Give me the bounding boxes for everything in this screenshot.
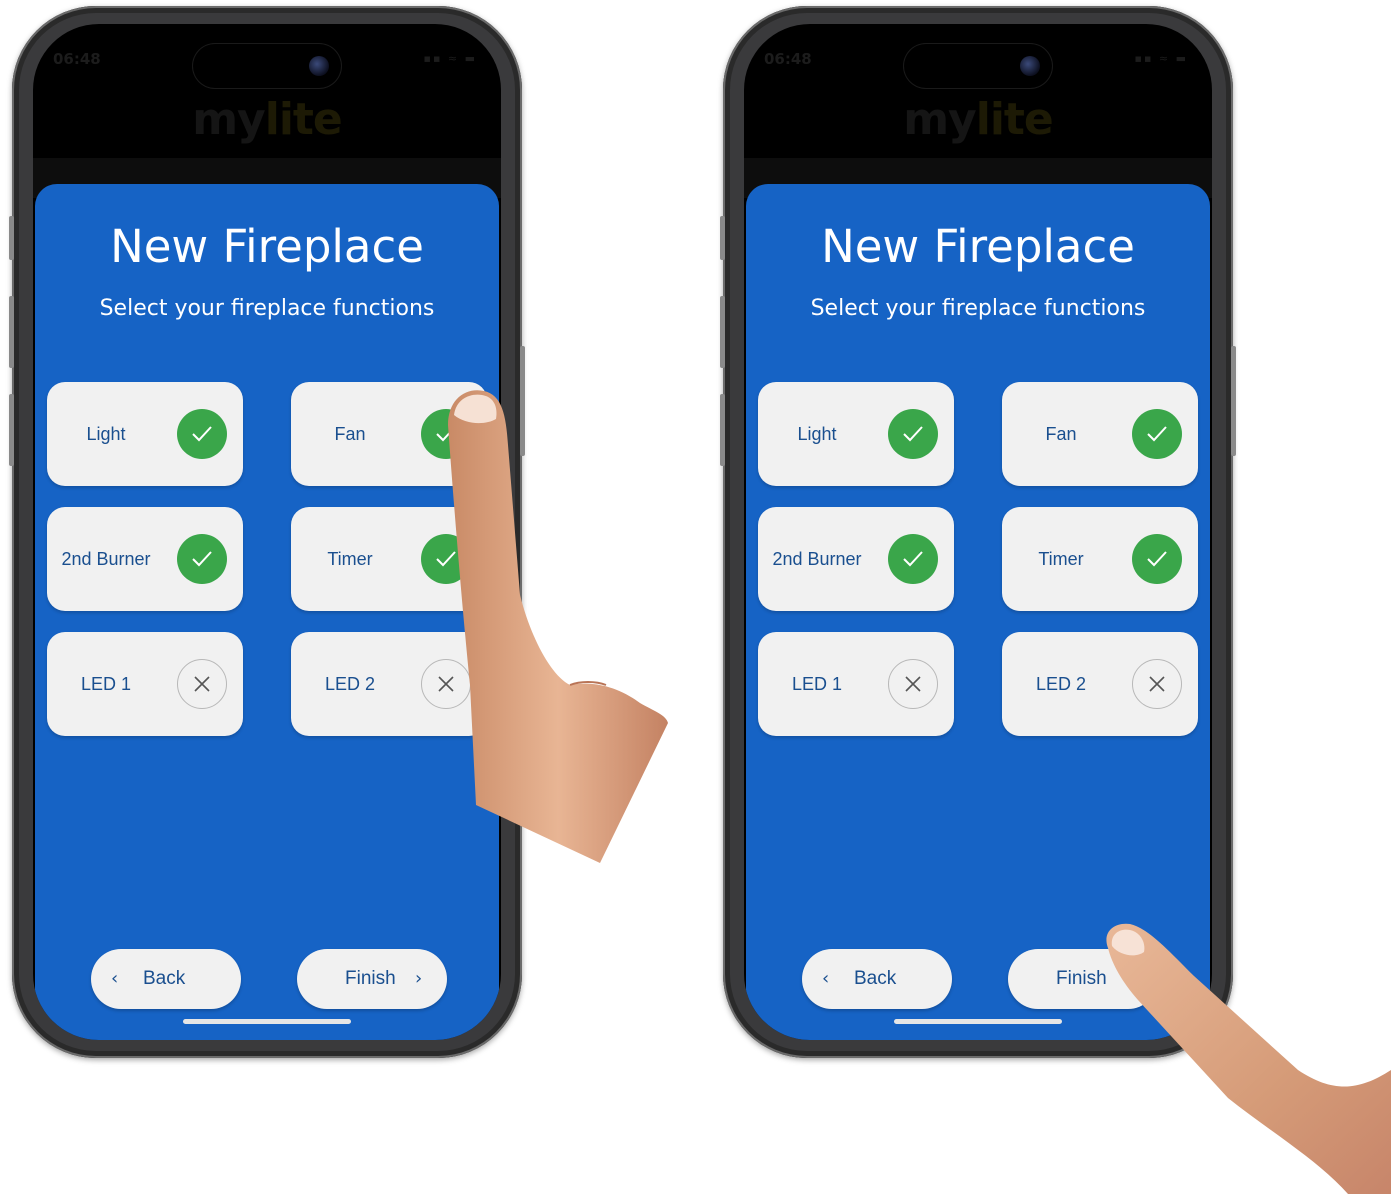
app-logo: mylite (744, 94, 1212, 145)
check-icon[interactable] (1132, 534, 1182, 584)
back-button[interactable]: ‹ Back (802, 949, 952, 1009)
power-button (1231, 346, 1236, 456)
check-icon[interactable] (888, 409, 938, 459)
finish-label: Finish (345, 968, 396, 989)
logo-lite: lite (975, 94, 1054, 145)
dynamic-island (904, 44, 1052, 88)
finish-button[interactable]: Finish › (297, 949, 447, 1009)
function-label: LED 1 (791, 674, 843, 694)
status-time: 06:48 (764, 50, 812, 68)
function-tile-2nd-burner[interactable]: 2nd Burner (758, 507, 954, 611)
volume-up-button (9, 296, 14, 368)
setup-sheet: New Fireplace Select your fireplace func… (746, 184, 1210, 1040)
check-icon[interactable] (177, 534, 227, 584)
function-label: Light (797, 424, 837, 444)
mute-switch (720, 216, 725, 260)
function-label: 2nd Burner (61, 549, 151, 569)
function-label: 2nd Burner (772, 549, 862, 569)
function-label: Timer (327, 549, 373, 569)
function-tile-fan[interactable]: Fan (1002, 382, 1198, 486)
phone-right: 06:48 ▪▪ ≈ ▬ mylite New Fireplace Select… (720, 6, 1236, 1058)
tapping-finger-illustration (448, 390, 668, 863)
function-label: Fan (334, 424, 366, 444)
volume-up-button (720, 296, 725, 368)
tapping-finger-illustration (1106, 923, 1391, 1194)
page-subtitle: Select your fireplace functions (810, 296, 1146, 321)
function-tile-led-1[interactable]: LED 1 (47, 632, 243, 736)
status-icons: ▪▪ ≈ ▬ (423, 52, 477, 65)
function-tile-light[interactable]: Light (47, 382, 243, 486)
mute-switch (9, 216, 14, 260)
function-tile-led-2[interactable]: LED 2 (1002, 632, 1198, 736)
close-icon[interactable] (177, 659, 227, 709)
setup-sheet: New Fireplace Select your fireplace func… (35, 184, 499, 1040)
close-icon[interactable] (888, 659, 938, 709)
function-label: LED 2 (1035, 674, 1087, 694)
page-title: New Fireplace (821, 220, 1135, 273)
function-label: Timer (1038, 549, 1084, 569)
dynamic-island (193, 44, 341, 88)
page-subtitle: Select your fireplace functions (99, 296, 435, 321)
app-logo: mylite (33, 94, 501, 145)
page-title: New Fireplace (110, 220, 424, 273)
function-tile-2nd-burner[interactable]: 2nd Burner (47, 507, 243, 611)
status-icons: ▪▪ ≈ ▬ (1134, 52, 1188, 65)
volume-down-button (9, 394, 14, 466)
camera-icon (1020, 56, 1040, 76)
function-label: LED 1 (80, 674, 132, 694)
check-icon[interactable] (177, 409, 227, 459)
chevron-left-icon: ‹ (822, 968, 830, 989)
logo-my: my (903, 94, 977, 145)
function-label: LED 2 (324, 674, 376, 694)
function-tile-light[interactable]: Light (758, 382, 954, 486)
logo-my: my (192, 94, 266, 145)
logo-lite: lite (264, 94, 343, 145)
back-button[interactable]: ‹ Back (91, 949, 241, 1009)
check-icon[interactable] (888, 534, 938, 584)
status-time: 06:48 (53, 50, 101, 68)
function-tile-timer[interactable]: Timer (1002, 507, 1198, 611)
volume-down-button (720, 394, 725, 466)
camera-icon (309, 56, 329, 76)
check-icon[interactable] (1132, 409, 1182, 459)
phone-screen: 06:48 ▪▪ ≈ ▬ mylite New Fireplace Select… (744, 24, 1212, 1040)
function-label: Fan (1045, 424, 1077, 444)
home-indicator[interactable] (894, 1019, 1062, 1024)
chevron-right-icon: › (415, 968, 423, 989)
back-label: Back (143, 968, 186, 989)
home-indicator[interactable] (183, 1019, 351, 1024)
chevron-left-icon: ‹ (111, 968, 119, 989)
close-icon[interactable] (1132, 659, 1182, 709)
function-label: Light (86, 424, 126, 444)
function-tile-led-1[interactable]: LED 1 (758, 632, 954, 736)
back-label: Back (854, 968, 897, 989)
phone-screen: 06:48 ▪▪ ≈ ▬ mylite New Fireplace Select… (33, 24, 501, 1040)
